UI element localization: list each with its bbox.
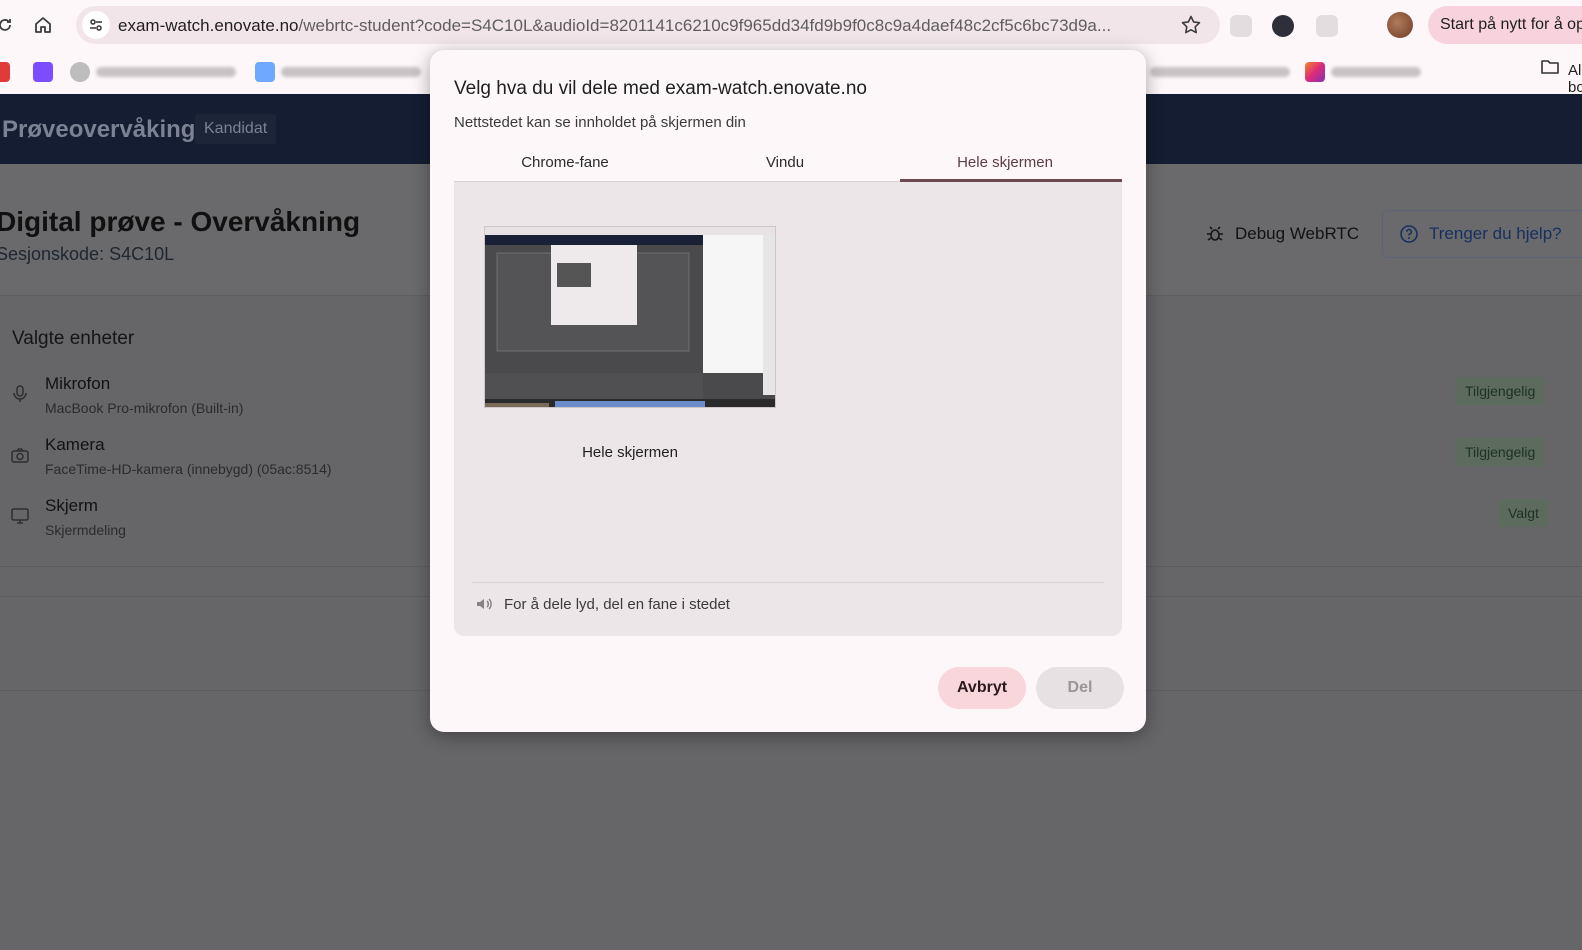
status-badge: Tilgjengelig [1455, 438, 1546, 466]
help-button[interactable]: Trenger du hjelp? [1382, 210, 1582, 258]
browser-toolbar: exam-watch.enovate.no/webrtc-student?cod… [0, 0, 1582, 50]
screen-preview-graphic [485, 227, 775, 407]
monitor-icon [10, 506, 30, 531]
tab-window[interactable]: Vindu [674, 146, 896, 182]
bookmark-favicon-icon [33, 62, 53, 82]
dialog-subtitle: Nettstedet kan se innholdet på skjermen … [454, 114, 746, 131]
folder-icon [1541, 60, 1559, 74]
status-badge: Tilgjengelig [1455, 377, 1546, 405]
audio-share-note-text: For å dele lyd, del en fane i stedet [504, 595, 730, 613]
home-icon [35, 17, 51, 33]
devices-title: Valgte enheter [12, 328, 135, 349]
extension-icon[interactable] [1230, 15, 1252, 37]
restart-update-button[interactable]: Start på nytt for å oppdatere [1428, 6, 1582, 44]
address-bar[interactable]: exam-watch.enovate.no/webrtc-student?cod… [76, 6, 1220, 44]
bookmark-item[interactable] [255, 62, 421, 82]
divider [472, 582, 1104, 583]
extensions-puzzle-icon[interactable] [1316, 15, 1338, 37]
bookmark-item[interactable] [33, 62, 53, 82]
session-code: Sesjonskode: S4C10L [0, 244, 175, 264]
profile-avatar[interactable] [1387, 12, 1413, 38]
all-bookmarks-label[interactable]: Alle bokmerker [1568, 62, 1582, 96]
url-text: exam-watch.enovate.no/webrtc-student?cod… [118, 16, 1158, 36]
bookmark-favicon-icon [1305, 62, 1325, 82]
screen-thumbnail-label: Hele skjermen [582, 444, 678, 461]
site-info-button[interactable] [82, 11, 110, 39]
bug-icon [1207, 226, 1223, 241]
role-badge: Kandidat [195, 114, 277, 144]
device-detail: Skjermdeling [45, 522, 126, 538]
share-button[interactable]: Del [1036, 667, 1124, 709]
url-host: exam-watch.enovate.no [118, 16, 299, 35]
bookmark-favicon-icon [70, 62, 90, 82]
bookmark-favicon-icon [255, 62, 275, 82]
dialog-title: Velg hva du vil dele med exam-watch.enov… [454, 78, 867, 99]
device-detail: MacBook Pro-mikrofon (Built-in) [45, 400, 244, 416]
device-detail: FaceTime-HD-kamera (innebygd) (05ac:8514… [45, 461, 332, 477]
bookmark-favicon-icon [0, 62, 10, 82]
device-name: Mikrofon [45, 374, 111, 393]
help-circle-icon [1400, 225, 1418, 243]
screen-share-dialog: Velg hva du vil dele med exam-watch.enov… [430, 50, 1146, 732]
extension-icon[interactable] [1272, 15, 1294, 37]
url-path: /webrtc-student?code=S4C10L&audioId=8201… [298, 16, 1112, 35]
reload-button[interactable] [0, 10, 20, 40]
exam-title: Digital prøve - Overvåkning [0, 206, 361, 237]
debug-webrtc-label: Debug WebRTC [1235, 224, 1360, 243]
speaker-icon [477, 598, 492, 610]
home-button[interactable] [28, 10, 58, 40]
help-label: Trenger du hjelp? [1429, 224, 1562, 243]
tab-entire-screen[interactable]: Hele skjermen [894, 146, 1116, 182]
reload-icon [0, 19, 11, 31]
device-name: Kamera [45, 435, 105, 454]
cancel-button[interactable]: Avbryt [938, 667, 1026, 709]
bookmark-item[interactable] [0, 62, 10, 82]
microphone-icon [10, 384, 30, 409]
star-icon [1181, 15, 1201, 34]
all-bookmarks-folder-button[interactable] [1540, 58, 1560, 81]
app-title: Prøveovervåking [2, 116, 196, 143]
bookmark-item[interactable] [1150, 62, 1290, 82]
source-panel: Hele skjermen For å dele lyd, del en fan… [454, 182, 1122, 636]
status-badge: Valgt [1498, 499, 1549, 527]
device-name: Skjerm [45, 496, 98, 515]
share-source-tabs: Chrome-fane Vindu Hele skjermen [454, 146, 1122, 182]
tune-icon [90, 19, 102, 31]
screen-thumbnail[interactable] [484, 226, 776, 408]
bookmark-star-button[interactable] [1180, 14, 1202, 41]
camera-icon [10, 445, 30, 470]
debug-webrtc-button[interactable]: Debug WebRTC [1205, 224, 1359, 244]
audio-share-note: For å dele lyd, del en fane i stedet [474, 594, 730, 614]
bookmark-item[interactable] [70, 62, 236, 82]
bookmark-item[interactable] [1305, 62, 1421, 82]
tab-chrome-tab[interactable]: Chrome-fane [454, 146, 676, 182]
